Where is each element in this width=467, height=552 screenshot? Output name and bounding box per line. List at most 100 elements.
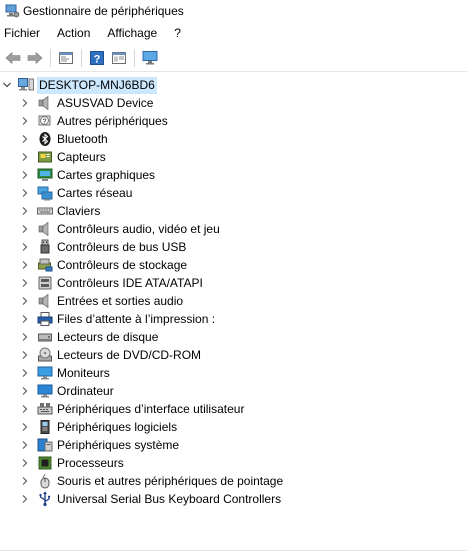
status-bar-divider: [0, 550, 467, 551]
chevron-right-icon[interactable]: [19, 148, 31, 166]
tree-item-label: Autres périphériques: [57, 114, 168, 128]
tree-item-label: Contrôleurs de bus USB: [57, 240, 187, 254]
chevron-right-icon[interactable]: [19, 184, 31, 202]
show-hide-icon[interactable]: [108, 47, 130, 69]
sensor-icon: [37, 149, 53, 165]
tree-item[interactable]: Entrées et sorties audio: [0, 292, 467, 310]
tree-item-label: Moniteurs: [57, 366, 110, 380]
hid-icon: [37, 401, 53, 417]
display-adapter-icon: [37, 167, 53, 183]
device-tree: DESKTOP-MNJ6BD6 ASUSVAD Device? Autres pé…: [0, 72, 467, 508]
network-adapter-icon: [37, 185, 53, 201]
chevron-right-icon[interactable]: [19, 328, 31, 346]
chevron-right-icon[interactable]: [19, 346, 31, 364]
properties-icon[interactable]: [55, 47, 77, 69]
tree-item[interactable]: Ordinateur: [0, 382, 467, 400]
back-arrow-icon[interactable]: [2, 47, 24, 69]
help-icon[interactable]: ?: [86, 47, 108, 69]
chevron-right-icon[interactable]: [19, 166, 31, 184]
tree-item-label: Ordinateur: [57, 384, 114, 398]
chevron-right-icon[interactable]: [19, 112, 31, 130]
tree-item[interactable]: ASUSVAD Device: [0, 94, 467, 112]
tree-item-label: Claviers: [57, 204, 101, 218]
tree-item[interactable]: Souris et autres périphériques de pointa…: [0, 472, 467, 490]
tree-item[interactable]: Universal Serial Bus Keyboard Controller…: [0, 490, 467, 508]
speaker-icon: [37, 221, 53, 237]
chevron-right-icon[interactable]: [19, 292, 31, 310]
tree-item[interactable]: Processeurs: [0, 454, 467, 472]
tree-item[interactable]: ? Autres périphériques: [0, 112, 467, 130]
chevron-right-icon[interactable]: [19, 238, 31, 256]
storage-controller-icon: [37, 257, 53, 273]
tree-item[interactable]: Cartes réseau: [0, 184, 467, 202]
chevron-right-icon[interactable]: [19, 472, 31, 490]
printer-icon: [37, 311, 53, 327]
tree-item-label: Files d’attente à l’impression :: [57, 312, 216, 326]
tree-item[interactable]: Contrôleurs IDE ATA/ATAPI: [0, 274, 467, 292]
toolbar: ?: [0, 44, 467, 72]
tree-item-label: ASUSVAD Device: [57, 96, 154, 110]
chevron-right-icon[interactable]: [19, 274, 31, 292]
chevron-down-icon[interactable]: [0, 76, 14, 94]
chevron-right-icon[interactable]: [19, 400, 31, 418]
tree-item[interactable]: Périphériques d’interface utilisateur: [0, 400, 467, 418]
tree-item[interactable]: Bluetooth: [0, 130, 467, 148]
chevron-right-icon[interactable]: [19, 454, 31, 472]
computer-name: DESKTOP-MNJ6BD6: [37, 76, 157, 94]
mouse-icon: [37, 473, 53, 489]
forward-arrow-icon[interactable]: [24, 47, 46, 69]
tree-item-label: Entrées et sorties audio: [57, 294, 184, 308]
tree-item[interactable]: Contrôleurs de bus USB: [0, 238, 467, 256]
tree-item[interactable]: Lecteurs de DVD/CD-ROM: [0, 346, 467, 364]
tree-item[interactable]: Cartes graphiques: [0, 166, 467, 184]
keyboard-icon: [37, 203, 53, 219]
chevron-right-icon[interactable]: [19, 418, 31, 436]
monitor-icon[interactable]: [139, 47, 161, 69]
tree-item-label: Périphériques d’interface utilisateur: [57, 402, 245, 416]
ide-controller-icon: [37, 275, 53, 291]
menu-action[interactable]: Action: [57, 26, 90, 40]
speaker-icon: [37, 293, 53, 309]
tree-item[interactable]: Périphériques système: [0, 436, 467, 454]
chevron-right-icon[interactable]: [19, 130, 31, 148]
chevron-right-icon[interactable]: [19, 490, 31, 508]
device-manager-window: Gestionnaire de périphériques Fichier Ac…: [0, 0, 467, 552]
toolbar-separator: [50, 48, 51, 67]
chevron-right-icon[interactable]: [19, 94, 31, 112]
computer-icon: [37, 383, 53, 399]
chevron-right-icon[interactable]: [19, 382, 31, 400]
chevron-right-icon[interactable]: [19, 364, 31, 382]
unknown-device-icon: ?: [37, 113, 53, 129]
tree-item[interactable]: Moniteurs: [0, 364, 467, 382]
svg-text:?: ?: [42, 119, 46, 126]
tree-item[interactable]: Lecteurs de disque: [0, 328, 467, 346]
menu-affichage[interactable]: Affichage: [107, 26, 157, 40]
chevron-right-icon[interactable]: [19, 436, 31, 454]
usb-icon: [37, 239, 53, 255]
toolbar-separator: [134, 48, 135, 67]
chevron-right-icon[interactable]: [19, 256, 31, 274]
tree-item[interactable]: Périphériques logiciels: [0, 418, 467, 436]
tree-item-label: Lecteurs de disque: [57, 330, 159, 344]
window-title: Gestionnaire de périphériques: [23, 4, 184, 18]
computer-icon: [17, 77, 35, 93]
tree-item[interactable]: Claviers: [0, 202, 467, 220]
chevron-right-icon[interactable]: [19, 202, 31, 220]
chevron-right-icon[interactable]: [19, 220, 31, 238]
chevron-right-icon[interactable]: [19, 310, 31, 328]
tree-item[interactable]: Contrôleurs de stockage: [0, 256, 467, 274]
menu-help[interactable]: ?: [174, 26, 181, 40]
dvd-drive-icon: [37, 347, 53, 363]
tree-root[interactable]: DESKTOP-MNJ6BD6: [0, 76, 467, 94]
speaker-icon: [37, 95, 53, 111]
tree-item-label: Contrôleurs audio, vidéo et jeu: [57, 222, 220, 236]
tree-item[interactable]: Capteurs: [0, 148, 467, 166]
menu-fichier[interactable]: Fichier: [4, 26, 40, 40]
usb-keyboard-controller-icon: [37, 491, 53, 507]
tree-item-label: Universal Serial Bus Keyboard Controller…: [57, 492, 282, 506]
disk-drive-icon: [37, 329, 53, 345]
tree-item[interactable]: Contrôleurs audio, vidéo et jeu: [0, 220, 467, 238]
tree-item-label: Cartes graphiques: [57, 168, 156, 182]
tree-item[interactable]: Files d’attente à l’impression :: [0, 310, 467, 328]
title-bar: Gestionnaire de périphériques: [0, 0, 467, 22]
